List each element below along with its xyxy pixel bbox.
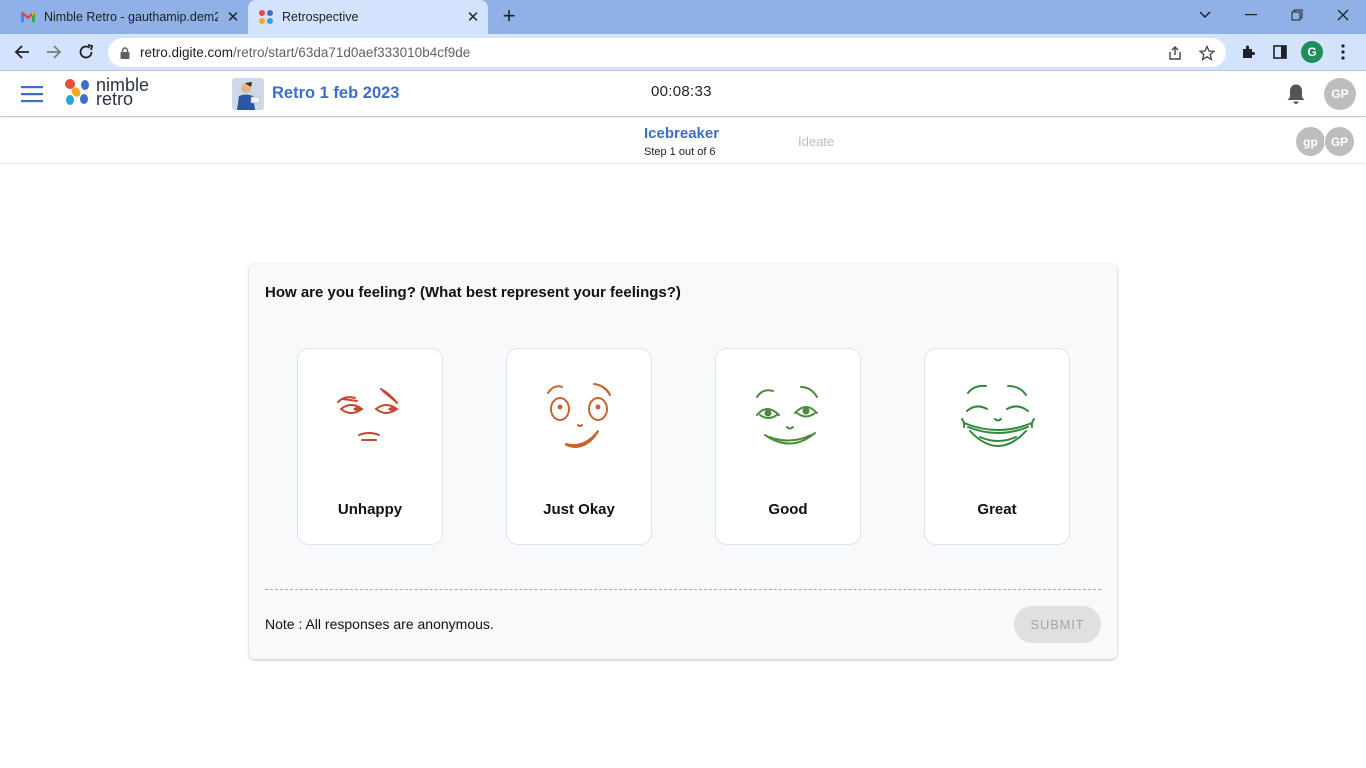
gmail-icon <box>21 12 35 22</box>
browser-tab-retrospective[interactable]: Retrospective ✕ <box>248 0 488 34</box>
user-avatar[interactable]: GP <box>1324 78 1356 110</box>
reload-button[interactable] <box>72 38 100 66</box>
logo-mark-icon <box>65 79 89 105</box>
mood-label: Great <box>977 501 1017 518</box>
retro-team-avatar <box>232 78 264 110</box>
browser-menu-icon[interactable] <box>1330 39 1356 65</box>
submit-button[interactable]: SUBMIT <box>1014 606 1101 643</box>
tab-title: Retrospective <box>282 10 359 24</box>
nimble-retro-favicon <box>259 10 273 24</box>
tab-search-icon[interactable] <box>1182 0 1228 30</box>
mood-label: Just Okay <box>543 501 615 518</box>
card-divider <box>265 589 1101 590</box>
browser-toolbar: retro.digite.com/retro/start/63da71d0aef… <box>0 34 1366 71</box>
great-face-icon <box>961 384 1035 447</box>
mood-option-just-okay[interactable]: Just Okay <box>506 348 652 545</box>
close-icon[interactable]: ✕ <box>218 8 248 26</box>
close-icon[interactable]: ✕ <box>458 8 488 26</box>
mood-option-unhappy[interactable]: Unhappy <box>297 348 443 545</box>
retro-stepper: Icebreaker Step 1 out of 6 Ideate gp GP <box>0 117 1366 164</box>
mood-option-great[interactable]: Great <box>924 348 1070 545</box>
step-ideate: Ideate <box>798 134 835 149</box>
forward-button[interactable] <box>40 38 68 66</box>
step-name: Icebreaker <box>644 125 720 142</box>
mood-label: Unhappy <box>337 501 403 518</box>
step-progress-text: Step 1 out of 6 <box>644 146 716 158</box>
mood-option-good[interactable]: Good <box>715 348 861 545</box>
mood-label: Good <box>768 501 808 518</box>
browser-tab-gmail[interactable]: Nimble Retro - gauthamip.dem20 ✕ <box>8 0 248 34</box>
unhappy-face-icon <box>337 388 399 441</box>
logo-wordmark: nimble retro <box>96 75 150 109</box>
session-timer: 00:08:33 <box>651 83 712 100</box>
participant-avatar: gp <box>1295 126 1326 157</box>
browser-profile-avatar[interactable]: G <box>1301 41 1323 63</box>
extensions-icon[interactable] <box>1235 39 1261 65</box>
just-okay-face-icon <box>547 383 611 448</box>
anonymous-note: Note : All responses are anonymous. <box>265 616 494 632</box>
nimble-retro-logo[interactable]: nimble retro <box>62 75 150 109</box>
new-tab-button[interactable]: + <box>496 4 522 30</box>
minimize-button[interactable] <box>1228 0 1274 30</box>
poll-question: How are you feeling? (What best represen… <box>265 284 681 301</box>
tab-title: Nimble Retro - gauthamip.dem20 <box>44 10 218 24</box>
bookmark-star-icon[interactable] <box>1194 40 1220 66</box>
address-bar[interactable]: retro.digite.com/retro/start/63da71d0aef… <box>108 38 1226 67</box>
app-header: nimble retro Retro 1 feb 2023 00:08:33 G… <box>0 71 1366 117</box>
notification-bell-icon[interactable] <box>1284 82 1308 106</box>
side-panel-icon[interactable] <box>1267 39 1293 65</box>
lock-icon <box>120 46 130 59</box>
hamburger-menu-icon[interactable] <box>20 83 44 105</box>
step-icebreaker[interactable]: Icebreaker Step 1 out of 6 <box>644 125 719 158</box>
participant-avatar: GP <box>1324 126 1355 157</box>
good-face-icon <box>756 386 818 445</box>
close-window-button[interactable] <box>1320 0 1366 30</box>
back-button[interactable] <box>8 38 36 66</box>
browser-tab-bar: Nimble Retro - gauthamip.dem20 ✕ Retrosp… <box>0 0 1366 34</box>
feeling-poll-card: How are you feeling? (What best represen… <box>249 264 1117 659</box>
restore-button[interactable] <box>1274 0 1320 30</box>
share-icon[interactable] <box>1162 40 1188 66</box>
url-text: retro.digite.com/retro/start/63da71d0aef… <box>140 45 471 60</box>
retro-title: Retro 1 feb 2023 <box>272 84 400 102</box>
